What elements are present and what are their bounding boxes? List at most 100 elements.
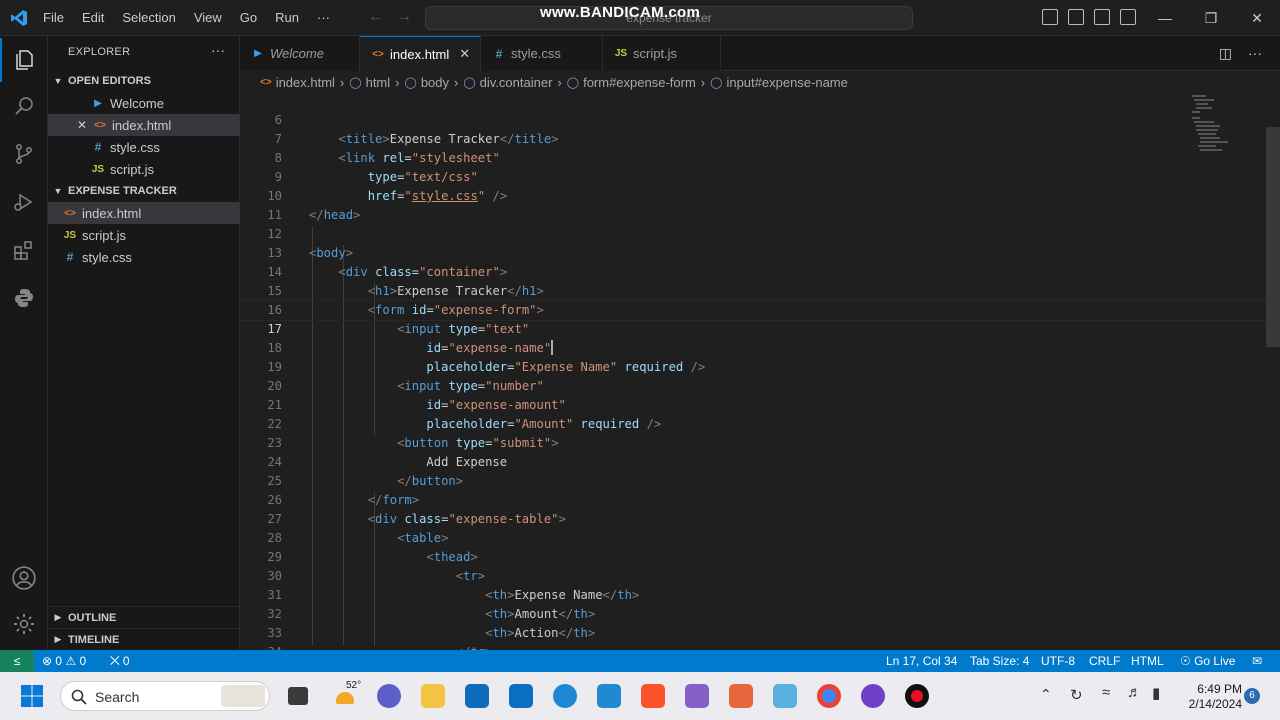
tab-label: Welcome bbox=[270, 46, 324, 61]
volume-icon[interactable]: ♬ bbox=[1127, 684, 1142, 701]
toggle-secondary-sidebar-icon[interactable] bbox=[1094, 9, 1110, 25]
close-window-button[interactable]: ✕ bbox=[1234, 0, 1280, 36]
explorer-sidebar: EXPLORER ··· ▼ OPEN EDITORS ▶ Welcome ✕ … bbox=[48, 36, 240, 650]
taskbar-search[interactable]: Search bbox=[60, 681, 270, 711]
notification-badge[interactable]: 6 bbox=[1244, 688, 1260, 704]
line-content: </tr> bbox=[309, 643, 493, 650]
wifi-icon[interactable]: ≈ bbox=[1102, 684, 1110, 701]
language-mode[interactable]: HTML bbox=[1131, 650, 1164, 672]
open-editor-script-js[interactable]: JS script.js bbox=[48, 158, 240, 180]
outline-label: OUTLINE bbox=[68, 611, 117, 624]
account-icon[interactable] bbox=[0, 556, 48, 600]
scrollbar-thumb[interactable] bbox=[1266, 127, 1280, 347]
sync-icon[interactable]: ↻ bbox=[1070, 686, 1083, 704]
code-line: 11 bbox=[240, 187, 1280, 222]
remote-indicator-icon[interactable]: ≤ bbox=[0, 650, 34, 672]
toggle-primary-sidebar-icon[interactable] bbox=[1042, 9, 1058, 25]
code-editor[interactable]: 6 <title>Expense Tracker</title> 7 <link… bbox=[240, 93, 1280, 650]
open-editor-index-html[interactable]: ✕ <> index.html bbox=[48, 114, 240, 136]
cursor-position[interactable]: Ln 17, Col 34 bbox=[886, 650, 957, 672]
menu-view[interactable]: View bbox=[185, 0, 231, 36]
problems-indicator[interactable]: ⊗ 0 ⚠ 0 bbox=[42, 650, 86, 672]
file-encoding[interactable]: UTF-8 bbox=[1041, 650, 1075, 672]
extensions-icon[interactable] bbox=[0, 228, 48, 272]
microsoft-store-icon[interactable] bbox=[465, 684, 489, 708]
toggle-panel-icon[interactable] bbox=[1068, 9, 1084, 25]
tab-index-html[interactable]: <> index.html ✕ bbox=[360, 36, 481, 71]
open-editor-style-css[interactable]: # style.css bbox=[48, 136, 240, 158]
tab-script-js[interactable]: JS script.js bbox=[603, 36, 721, 71]
file-index-html[interactable]: <> index.html bbox=[48, 202, 240, 224]
vscode-taskbar-icon[interactable] bbox=[597, 684, 621, 708]
github-desktop-icon[interactable] bbox=[861, 684, 885, 708]
python-icon[interactable] bbox=[0, 276, 48, 320]
bandicam-record-icon[interactable] bbox=[905, 684, 929, 708]
brave-browser-icon[interactable] bbox=[641, 684, 665, 708]
editor-actions: ◫ ··· bbox=[1219, 45, 1262, 62]
ports-indicator[interactable]: ⨉ 0 bbox=[110, 650, 130, 672]
notifications-bell-icon[interactable]: ✉ bbox=[1252, 650, 1262, 672]
menu-selection[interactable]: Selection bbox=[113, 0, 184, 36]
breadcrumb-item[interactable]: div.container bbox=[480, 75, 553, 90]
minimap[interactable] bbox=[1190, 93, 1250, 173]
layout-controls bbox=[1042, 9, 1136, 25]
restore-button[interactable]: ❐ bbox=[1188, 0, 1234, 36]
weather-widget[interactable]: 52° bbox=[336, 680, 364, 710]
back-arrow-icon[interactable]: ← bbox=[368, 8, 384, 26]
menu-edit[interactable]: Edit bbox=[73, 0, 113, 36]
task-view-icon[interactable] bbox=[288, 687, 308, 705]
file-style-css[interactable]: # style.css bbox=[48, 246, 240, 268]
breadcrumb-item[interactable]: form#expense-form bbox=[583, 75, 696, 90]
tab-style-css[interactable]: # style.css bbox=[481, 36, 603, 71]
battery-icon[interactable]: ▮ bbox=[1152, 684, 1160, 702]
code-line: 12 <body> bbox=[240, 206, 1280, 260]
customize-layout-icon[interactable] bbox=[1120, 9, 1136, 25]
menu-run[interactable]: Run bbox=[266, 0, 308, 36]
mail-icon[interactable] bbox=[509, 684, 533, 708]
line-ending[interactable]: CRLF bbox=[1089, 650, 1120, 672]
timeline-header[interactable]: ▶ TIMELINE bbox=[48, 628, 240, 650]
menu-file[interactable]: File bbox=[34, 0, 73, 36]
tab-size[interactable]: Tab Size: 4 bbox=[970, 650, 1029, 672]
teams-chat-icon[interactable] bbox=[377, 684, 401, 708]
clock-time: 6:49 PM bbox=[1197, 682, 1242, 696]
breadcrumb-item[interactable]: index.html bbox=[276, 75, 335, 90]
breadcrumb: <> index.html › ◯ html › ◯ body › ◯ div.… bbox=[240, 71, 1280, 93]
file-explorer-icon[interactable] bbox=[421, 684, 445, 708]
outline-header[interactable]: ▶ OUTLINE bbox=[48, 606, 240, 628]
project-folder-header[interactable]: ▼ EXPENSE TRACKER bbox=[48, 180, 240, 202]
breadcrumb-item[interactable]: input#expense-name bbox=[726, 75, 847, 90]
menu-bar: File Edit Selection View Go Run ··· bbox=[34, 0, 339, 36]
tab-welcome[interactable]: ▶ Welcome bbox=[240, 36, 360, 71]
windows-start-icon[interactable] bbox=[20, 684, 44, 708]
file-script-js[interactable]: JS script.js bbox=[48, 224, 240, 246]
chevron-up-icon[interactable]: ⌃ bbox=[1040, 686, 1052, 703]
code-line: 8 type="text/css" bbox=[240, 130, 1280, 184]
run-debug-icon[interactable] bbox=[0, 180, 48, 224]
explorer-icon[interactable] bbox=[0, 38, 48, 82]
chrome-browser-icon[interactable] bbox=[817, 684, 841, 708]
forward-arrow-icon[interactable]: → bbox=[396, 8, 412, 26]
breadcrumb-item[interactable]: body bbox=[421, 75, 449, 90]
xampp-icon[interactable] bbox=[729, 684, 753, 708]
open-editor-welcome[interactable]: ▶ Welcome bbox=[48, 92, 240, 114]
system-clock[interactable]: 6:49 PM 2/14/2024 bbox=[1180, 682, 1242, 712]
source-control-icon[interactable] bbox=[0, 132, 48, 176]
settings-gear-icon[interactable] bbox=[0, 602, 48, 646]
close-tab-icon[interactable]: ✕ bbox=[459, 46, 470, 62]
breadcrumb-item[interactable]: html bbox=[366, 75, 391, 90]
more-actions-icon[interactable]: ··· bbox=[1248, 45, 1262, 62]
go-live-button[interactable]: ☉ Go Live bbox=[1180, 650, 1235, 672]
snipping-tool-icon[interactable] bbox=[773, 684, 797, 708]
vscode-logo-icon[interactable] bbox=[10, 9, 28, 27]
minimize-button[interactable]: — bbox=[1142, 0, 1188, 36]
search-icon[interactable] bbox=[0, 84, 48, 128]
split-editor-icon[interactable]: ◫ bbox=[1219, 45, 1232, 62]
visual-studio-icon[interactable] bbox=[685, 684, 709, 708]
menu-go[interactable]: Go bbox=[231, 0, 266, 36]
close-icon[interactable]: ✕ bbox=[74, 118, 90, 132]
edge-browser-icon[interactable] bbox=[553, 684, 577, 708]
more-actions-icon[interactable]: ··· bbox=[211, 42, 225, 58]
menu-more[interactable]: ··· bbox=[308, 0, 339, 36]
open-editors-header[interactable]: ▼ OPEN EDITORS bbox=[48, 70, 240, 92]
